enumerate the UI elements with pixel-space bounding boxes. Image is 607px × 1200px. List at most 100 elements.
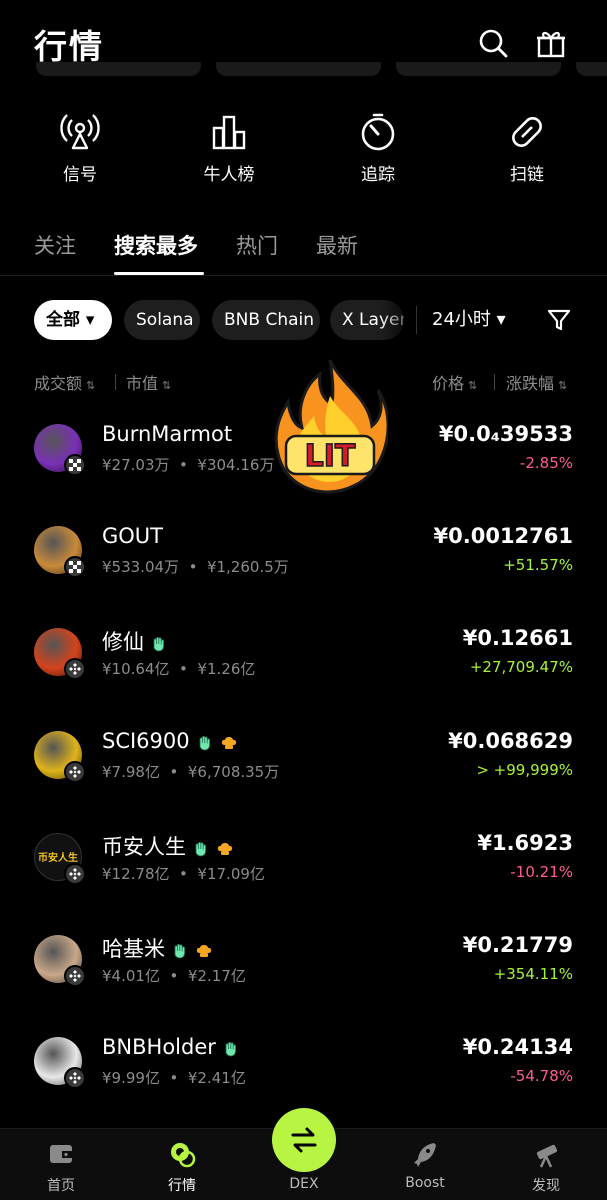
nav-discover[interactable]: 发现 bbox=[506, 1139, 586, 1195]
carousel-card[interactable] bbox=[396, 62, 561, 76]
tab-bar: 关注 搜索最多 热门 最新 bbox=[0, 226, 607, 276]
sort-change-label: 涨跌幅 bbox=[506, 374, 555, 393]
chip-all[interactable]: 全部 ▾ bbox=[34, 300, 112, 340]
hand-wave-icon bbox=[171, 941, 189, 959]
token-name: 修仙 bbox=[102, 626, 168, 656]
token-avatar: 币安人生 bbox=[34, 832, 86, 885]
hand-wave-icon bbox=[192, 839, 210, 857]
sort-market-cap-label: 市值 bbox=[126, 374, 159, 393]
token-change: > +99,999% bbox=[476, 760, 573, 779]
token-row[interactable]: 币安人生 币安人生 ¥12.78亿 • ¥17.09亿 ¥1.6923 -10.21% bbox=[0, 831, 607, 933]
tab-following[interactable]: 关注 bbox=[34, 230, 76, 260]
token-row[interactable]: SCI6900 ¥7.98亿 • ¥6,708.35万 ¥0.068629 > +99… bbox=[0, 728, 607, 831]
token-price: ¥0.0012761 bbox=[433, 524, 573, 549]
swap-icon bbox=[291, 1127, 317, 1153]
token-volume-mcap: ¥4.01亿 • ¥2.17亿 bbox=[102, 967, 246, 985]
filter-icon[interactable] bbox=[545, 306, 573, 334]
token-name-text: GOUT bbox=[102, 524, 164, 549]
nav-boost[interactable]: Boost bbox=[385, 1139, 465, 1191]
token-row[interactable]: 哈基米 ¥4.01亿 • ¥2.17亿 ¥0.21779 +354.11% bbox=[0, 933, 607, 1035]
sort-price-label: 价格 bbox=[432, 374, 465, 393]
sort-price[interactable]: 价格 ⇅ bbox=[432, 370, 477, 394]
nav-label-dex: DEX bbox=[289, 1176, 319, 1192]
token-volume-mcap: ¥27.03万 • ¥304.16万 bbox=[102, 456, 275, 474]
token-name-text: SCI6900 bbox=[102, 728, 190, 753]
carousel-card[interactable] bbox=[216, 62, 381, 76]
token-volume: ¥7.98亿 bbox=[102, 762, 160, 781]
tab-most-searched[interactable]: 搜索最多 bbox=[114, 230, 198, 260]
token-name: BNBHolder bbox=[102, 1035, 240, 1059]
carousel-card[interactable] bbox=[36, 62, 201, 76]
page-title: 行情 bbox=[34, 27, 104, 66]
token-market-cap: ¥2.17亿 bbox=[187, 967, 246, 985]
token-price: ¥0.24134 bbox=[462, 1035, 573, 1060]
token-market-cap: ¥1,260.5万 bbox=[206, 558, 289, 577]
shortcut-label: 扫链 bbox=[510, 165, 544, 185]
tab-newest[interactable]: 最新 bbox=[316, 230, 358, 260]
bnb-chain-icon bbox=[64, 1067, 86, 1090]
token-market-cap: ¥17.09亿 bbox=[197, 864, 265, 883]
token-name: BurnMarmot bbox=[102, 422, 232, 446]
hand-wave-icon bbox=[196, 733, 214, 751]
shortcut-tracking[interactable]: 追踪 bbox=[323, 112, 433, 185]
chef-hat-icon bbox=[216, 839, 234, 857]
token-avatar bbox=[34, 1037, 86, 1090]
bnb-chain-icon bbox=[64, 760, 86, 783]
token-avatar bbox=[34, 730, 86, 783]
token-name-text: BurnMarmot bbox=[102, 422, 233, 446]
token-name-text: 哈基米 bbox=[102, 937, 165, 961]
shortcut-signal[interactable]: 信号 bbox=[25, 112, 135, 185]
time-range-select[interactable]: 24小时 ▾ bbox=[432, 300, 506, 340]
lit-fire-sticker: LIT bbox=[272, 356, 390, 496]
carousel-card[interactable] bbox=[576, 62, 607, 76]
token-row[interactable]: 修仙 ¥10.64亿 • ¥1.26亿 ¥0.12661 +27,709.47% bbox=[0, 626, 607, 728]
sort-arrows-icon: ⇅ bbox=[162, 379, 172, 392]
token-name: 币安人生 bbox=[102, 831, 234, 861]
nav-home[interactable]: 首页 bbox=[21, 1139, 101, 1195]
token-row[interactable]: GOUT ¥533.04万 • ¥1,260.5万 ¥0.0012761 +51.57… bbox=[0, 524, 607, 626]
rocket-icon bbox=[410, 1139, 440, 1169]
x-layer-chain-icon bbox=[64, 454, 86, 476]
shortcut-leaderboard[interactable]: 牛人榜 bbox=[174, 112, 284, 185]
sticker-text: LIT bbox=[305, 439, 356, 474]
token-change: +51.57% bbox=[503, 556, 573, 575]
dex-swap-button[interactable] bbox=[272, 1108, 336, 1172]
token-avatar bbox=[34, 935, 86, 987]
token-volume-mcap: ¥7.98亿 • ¥6,708.35万 bbox=[102, 762, 280, 781]
shortcut-scan-chain[interactable]: 扫链 bbox=[472, 112, 582, 185]
telescope-icon bbox=[531, 1139, 561, 1169]
nav-market[interactable]: 行情 bbox=[142, 1139, 222, 1195]
nav-label: Boost bbox=[405, 1175, 445, 1191]
sort-change[interactable]: 涨跌幅 ⇅ bbox=[506, 370, 567, 394]
sort-market-cap[interactable]: 市值 ⇅ bbox=[126, 370, 171, 394]
shortcut-label: 牛人榜 bbox=[203, 165, 255, 185]
nav-label: 发现 bbox=[532, 1178, 560, 1194]
nav-label: 行情 bbox=[168, 1178, 196, 1194]
hand-wave-icon bbox=[150, 634, 168, 652]
token-name-text: 修仙 bbox=[102, 630, 144, 655]
sort-volume[interactable]: 成交额 ⇅ bbox=[34, 370, 95, 394]
divider bbox=[115, 374, 116, 390]
token-name: 哈基米 bbox=[102, 933, 213, 963]
token-volume: ¥9.99亿 bbox=[102, 1069, 160, 1088]
broadcast-icon bbox=[60, 112, 100, 152]
chip-solana[interactable]: Solana bbox=[124, 300, 200, 340]
search-icon[interactable] bbox=[476, 26, 510, 60]
token-avatar bbox=[34, 526, 86, 579]
chef-hat-icon bbox=[195, 941, 213, 959]
token-volume-mcap: ¥9.99亿 • ¥2.41亿 bbox=[102, 1069, 246, 1088]
token-change: +27,709.47% bbox=[469, 658, 573, 677]
token-market-cap: ¥304.16万 bbox=[197, 456, 275, 474]
shortcut-label: 信号 bbox=[63, 165, 97, 185]
target-icon bbox=[358, 112, 398, 152]
token-volume-mcap: ¥12.78亿 • ¥17.09亿 bbox=[102, 864, 265, 883]
link-icon bbox=[507, 112, 547, 152]
tab-hot[interactable]: 热门 bbox=[236, 230, 278, 260]
bar-chart-icon bbox=[209, 112, 249, 152]
token-change: +354.11% bbox=[493, 965, 573, 983]
token-avatar bbox=[34, 628, 86, 681]
token-avatar bbox=[34, 424, 86, 476]
chip-bnb-chain[interactable]: BNB Chain bbox=[212, 300, 320, 340]
hand-wave-icon bbox=[222, 1039, 240, 1057]
gift-icon[interactable] bbox=[534, 26, 568, 60]
